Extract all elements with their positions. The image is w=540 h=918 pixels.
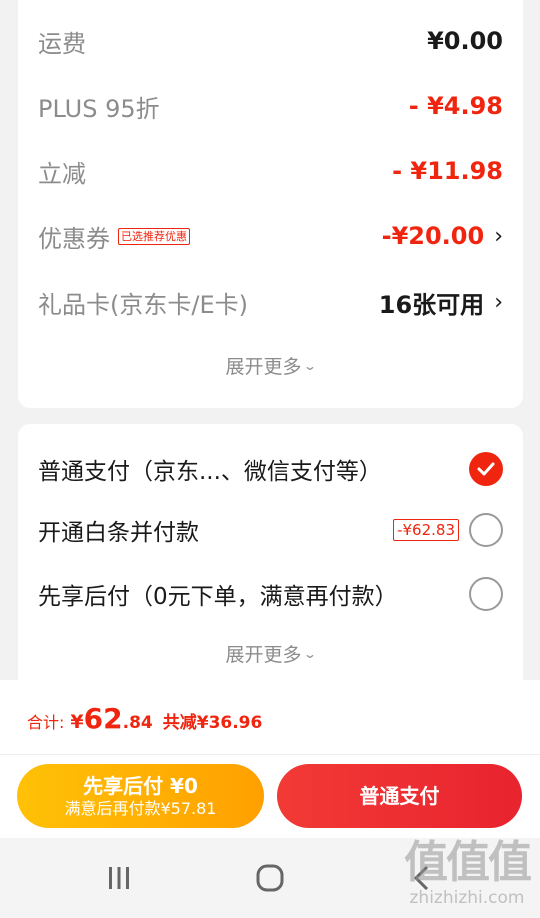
total-currency: ¥	[70, 711, 84, 733]
coupon-recommended-tag: 已选推荐优惠	[118, 227, 190, 245]
checkmark-icon[interactable]	[469, 452, 503, 486]
total-integer: 62	[83, 702, 123, 735]
pay-later-sublabel: 满意后再付款¥57.81	[64, 799, 217, 818]
plus-discount-row: PLUS 95折 - ¥4.98	[38, 86, 503, 126]
divider	[0, 754, 540, 755]
summary-expand-more[interactable]: 展开更多 ⌄	[18, 352, 523, 379]
chevron-down-icon: ⌄	[303, 358, 318, 373]
expand-more-label: 展开更多	[225, 644, 302, 666]
watermark-url: zhizhizhi.com	[409, 888, 525, 908]
watermark-logo: 值值值	[404, 837, 532, 888]
total-savings: 共减¥36.96	[162, 713, 263, 733]
pay-later-button[interactable]: 先享后付 ¥0 满意后再付款¥57.81	[17, 764, 264, 828]
chevron-down-icon: ⌄	[303, 646, 318, 661]
plus-discount-label: PLUS 95折	[38, 94, 160, 123]
home-icon[interactable]	[250, 860, 290, 896]
chevron-right-icon: ›	[494, 223, 503, 249]
payment-method-card: 普通支付（京东...、微信支付等） 开通白条并付款 -¥62.83 先享后付（0…	[18, 424, 523, 696]
gift-card-label: 礼品卡(京东卡/E卡)	[38, 290, 248, 319]
instant-discount-label: 立减	[38, 159, 86, 188]
shipping-value: ¥0.00	[427, 27, 503, 55]
radio-unchecked-icon[interactable]	[469, 513, 503, 547]
coupon-value: -¥20.00	[381, 222, 485, 250]
expand-more-label: 展开更多	[225, 356, 302, 378]
coupon-label: 优惠券	[38, 224, 110, 253]
total-summary: 合计: ¥ 62 .84 共减¥36.96	[27, 702, 262, 735]
shipping-label: 运费	[38, 29, 86, 58]
payment-option-label: 开通白条并付款	[38, 520, 199, 546]
gift-card-row[interactable]: 礼品卡(京东卡/E卡) 16张可用 ›	[38, 282, 503, 322]
payment-option-baitiao[interactable]: 开通白条并付款 -¥62.83	[38, 508, 503, 552]
recent-apps-icon[interactable]	[99, 860, 139, 896]
pay-later-label: 先享后付 ¥0	[83, 774, 198, 798]
instant-discount-row: 立减 - ¥11.98	[38, 151, 503, 191]
baitiao-discount-tag: -¥62.83	[393, 519, 459, 541]
payment-option-normal[interactable]: 普通支付（京东...、微信支付等）	[38, 447, 503, 491]
site-watermark: 值值值 zhizhizhi.com	[404, 837, 532, 909]
checkout-bar: 合计: ¥ 62 .84 共减¥36.96 先享后付 ¥0 满意后再付款¥57.…	[0, 680, 540, 838]
payment-expand-more[interactable]: 展开更多 ⌄	[18, 640, 523, 667]
payment-option-pay-later[interactable]: 先享后付（0元下单，满意再付款）	[38, 572, 503, 616]
total-label: 合计:	[27, 713, 65, 732]
chevron-right-icon: ›	[494, 289, 503, 315]
payment-option-label: 普通支付（京东...、微信支付等）	[38, 459, 382, 485]
total-decimal: .84	[122, 713, 153, 733]
normal-pay-label: 普通支付	[359, 784, 440, 808]
payment-option-label: 先享后付（0元下单，满意再付款）	[38, 584, 398, 610]
normal-pay-button[interactable]: 普通支付	[277, 764, 522, 828]
radio-unchecked-icon[interactable]	[469, 577, 503, 611]
gift-card-value: 16张可用	[378, 290, 485, 319]
plus-discount-value: - ¥4.98	[408, 92, 503, 120]
order-summary-card: 运费 ¥0.00 PLUS 95折 - ¥4.98 立减 - ¥11.98 优惠…	[18, 0, 523, 408]
shipping-row: 运费 ¥0.00	[38, 21, 503, 61]
coupon-row[interactable]: 优惠券 已选推荐优惠 -¥20.00 ›	[38, 216, 503, 256]
instant-discount-value: - ¥11.98	[392, 157, 503, 185]
